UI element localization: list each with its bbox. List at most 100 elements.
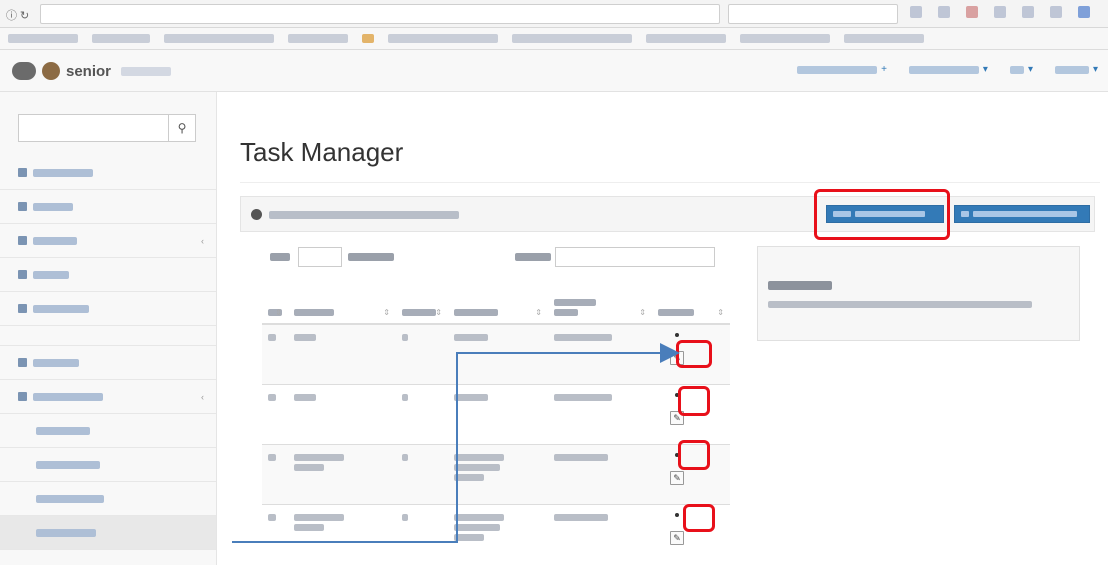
sort-icon: ⇕ — [639, 308, 646, 317]
sidebar-spacer — [0, 326, 216, 346]
brand-subtitle — [121, 66, 172, 76]
sidebar-item-2[interactable] — [0, 190, 216, 224]
menu-icon[interactable] — [1078, 6, 1090, 18]
cell-date — [548, 323, 652, 385]
glasses-icon — [12, 62, 36, 80]
cell-date — [548, 383, 652, 445]
brand-logo[interactable]: senior — [12, 61, 172, 81]
sidebar-item-label — [33, 270, 69, 279]
secondary-action-button[interactable] — [954, 205, 1090, 223]
cell-date — [548, 504, 652, 565]
reading-list-icon[interactable] — [938, 6, 950, 18]
extension-icon[interactable] — [1050, 6, 1062, 18]
address-bar[interactable] — [40, 4, 720, 24]
sidebar-item-3[interactable]: ‹ — [0, 224, 216, 258]
cell-id — [262, 443, 288, 505]
sidebar-item-7[interactable] — [0, 346, 216, 380]
page-title: Task Manager — [240, 137, 404, 167]
home-icon[interactable] — [1022, 6, 1034, 18]
column-header-filename[interactable]: ⇕ — [288, 276, 396, 325]
cell-version — [396, 323, 448, 385]
cell-id — [262, 383, 288, 445]
annotation-highlight-edit-1 — [676, 340, 712, 368]
cell-version — [396, 383, 448, 445]
browser-toolbar-icons — [910, 6, 1100, 22]
sort-icon: ⇕ — [535, 308, 542, 317]
cell-comment — [448, 504, 548, 565]
column-header-id[interactable]: ⇕ — [262, 276, 288, 325]
navbar-link-1[interactable]: + — [797, 64, 887, 75]
bookmark-item[interactable] — [844, 34, 924, 43]
sidebar-item-4[interactable] — [0, 258, 216, 292]
table-row[interactable]: ✎ — [262, 323, 730, 385]
edit-icon[interactable]: ✎ — [670, 471, 684, 485]
cell-filename — [288, 443, 396, 505]
annotation-highlight-edit-3 — [678, 440, 710, 470]
bookmark-item[interactable] — [388, 34, 498, 43]
browser-toolbar: ⓘ ↻ — [0, 0, 1108, 28]
menu-icon — [18, 270, 27, 279]
view-icon[interactable] — [675, 513, 679, 518]
column-header-comments[interactable]: ⇕ — [448, 276, 548, 325]
show-label — [270, 253, 290, 261]
page-size-select[interactable] — [298, 247, 342, 267]
sidebar-item-1[interactable] — [0, 156, 216, 190]
screenshot-root: ⓘ ↻ senior + ▾ ▾ ▾ ⚲ ‹ ‹ Task Manager ⇕ … — [0, 0, 1108, 565]
sidebar-item-label — [33, 392, 103, 401]
cell-version — [396, 443, 448, 505]
sort-icon: ⇕ — [717, 308, 724, 317]
task-table: ⇕ ⇕ ⇕ ⇕ ⇕ ⇕ ✎ ✎ ✎ ✎ — [262, 276, 730, 565]
sidebar-search-input[interactable] — [18, 114, 168, 142]
cell-version — [396, 504, 448, 565]
view-icon[interactable] — [675, 333, 679, 337]
bookmark-item[interactable] — [8, 34, 78, 43]
star-icon[interactable] — [910, 6, 922, 18]
menu-icon — [18, 168, 27, 177]
panel-heading-text — [269, 211, 459, 219]
table-row[interactable]: ✎ — [262, 383, 730, 445]
cell-comment — [448, 383, 548, 445]
bookmark-item[interactable] — [92, 34, 150, 43]
sidebar-item-8[interactable]: ‹ — [0, 380, 216, 414]
download-icon[interactable] — [994, 6, 1006, 18]
bookmark-item[interactable] — [288, 34, 348, 43]
sidebar-item-12[interactable] — [0, 516, 216, 550]
edit-icon[interactable]: ✎ — [670, 531, 684, 546]
caret-down-icon: ▾ — [982, 64, 988, 75]
sidebar-item-5[interactable] — [0, 292, 216, 326]
bookmark-item[interactable] — [512, 34, 632, 43]
sidebar-item-10[interactable] — [0, 448, 216, 482]
bookmarks-bar — [0, 28, 1108, 50]
table-row[interactable]: ✎ — [262, 504, 730, 565]
bookmark-item[interactable] — [164, 34, 274, 43]
sidebar-item-11[interactable] — [0, 482, 216, 516]
column-header-creation-date[interactable]: ⇕ — [548, 276, 652, 325]
browser-search-input[interactable] — [728, 4, 898, 24]
table-search-input[interactable] — [555, 247, 715, 267]
navbar-link-user[interactable]: ▾ — [1054, 64, 1098, 75]
navbar-link-2[interactable]: ▾ — [908, 64, 988, 75]
annotation-highlight-button — [814, 189, 950, 240]
column-header-actions[interactable]: ⇕ — [652, 276, 730, 325]
search-icon[interactable]: ⚲ — [168, 114, 196, 142]
table-header-row: ⇕ ⇕ ⇕ ⇕ ⇕ ⇕ — [262, 276, 730, 325]
pocket-icon[interactable] — [966, 6, 978, 18]
sidebar-item-9[interactable] — [0, 414, 216, 448]
info-icon[interactable]: ⓘ ↻ — [6, 7, 36, 22]
sidebar-menu: ‹ ‹ — [0, 156, 216, 550]
menu-icon — [18, 392, 27, 401]
bookmark-icon[interactable] — [362, 34, 374, 43]
sidebar-item-label — [33, 304, 89, 313]
bookmark-item[interactable] — [646, 34, 726, 43]
bookmark-item[interactable] — [740, 34, 830, 43]
cell-filename — [288, 383, 396, 445]
sidebar-item-label — [33, 236, 77, 245]
cell-comment — [448, 443, 548, 505]
navbar-link-3[interactable]: ▾ — [1009, 64, 1033, 75]
sidebar-item-label — [36, 494, 104, 503]
cell-comment — [448, 323, 548, 385]
table-row[interactable]: ✎ — [262, 443, 730, 505]
column-header-version[interactable]: ⇕ — [396, 276, 448, 325]
sidebar-item-label — [36, 460, 100, 469]
cell-id — [262, 323, 288, 385]
